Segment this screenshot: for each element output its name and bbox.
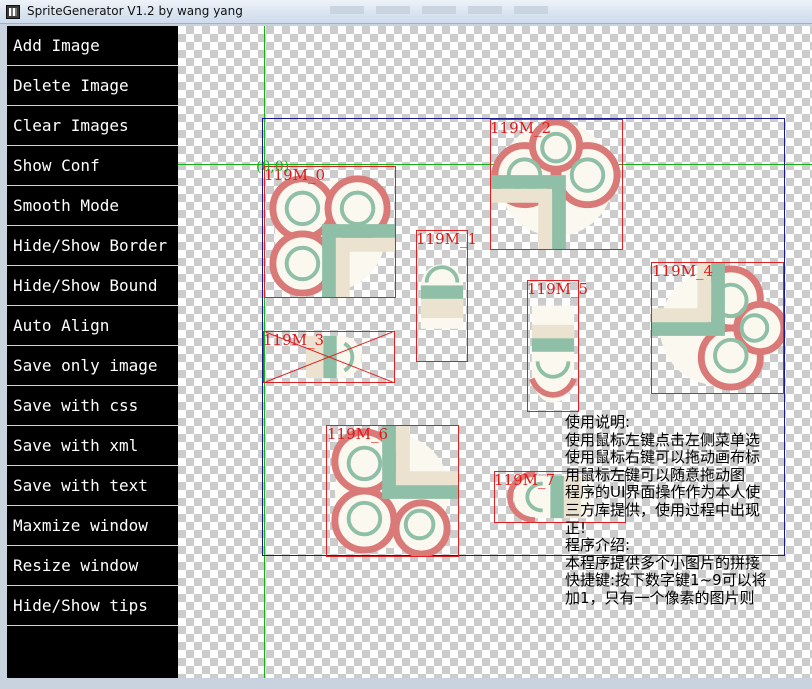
- title-bar: SpriteGenerator V1.2 by wang yang: [0, 0, 812, 24]
- sprite-119M_2[interactable]: [490, 119, 623, 250]
- toggle-bound-button[interactable]: Hide/Show Bound: [7, 266, 178, 306]
- app-icon: [6, 5, 20, 19]
- tips-line: 正!: [565, 518, 587, 537]
- clear-images-button[interactable]: Clear Images: [7, 106, 178, 146]
- show-conf-button[interactable]: Show Conf: [7, 146, 178, 186]
- window-bottom-border: [0, 678, 812, 689]
- save-with-xml-button[interactable]: Save with xml: [7, 426, 178, 466]
- sprite-119M_1[interactable]: [416, 230, 468, 362]
- sprite-119M_3[interactable]: [263, 331, 395, 383]
- toggle-tips-button[interactable]: Hide/Show tips: [7, 586, 178, 626]
- tips-line: 使用鼠标右键可以拖动画布标: [565, 448, 761, 467]
- sprite-canvas[interactable]: 119M_0 (0,0) 119M_1 119M_2 119M_3 119M_5…: [178, 26, 812, 678]
- save-only-image-button[interactable]: Save only image: [7, 346, 178, 386]
- background-window-menu: [330, 6, 548, 16]
- tips-line: 快捷键:按下数字键1~9可以将: [565, 571, 767, 590]
- save-with-css-button[interactable]: Save with css: [7, 386, 178, 426]
- sprite-119M_4[interactable]: [651, 262, 784, 394]
- smooth-mode-button[interactable]: Smooth Mode: [7, 186, 178, 226]
- sprite-119M_0[interactable]: [264, 166, 396, 298]
- tips-line: 使用说明:: [565, 413, 631, 431]
- resize-window-button[interactable]: Resize window: [7, 546, 178, 586]
- save-with-text-button[interactable]: Save with text: [7, 466, 178, 506]
- add-image-button[interactable]: Add Image: [7, 26, 178, 66]
- tips-line: 三方库提供，使用过程中出现: [565, 500, 761, 519]
- auto-align-button[interactable]: Auto Align: [7, 306, 178, 346]
- sprite-119M_6[interactable]: [326, 425, 459, 557]
- tips-line: 本程序提供多个小图片的拼接: [565, 553, 761, 572]
- tips-line: 程序介绍:: [565, 536, 631, 555]
- tips-line: 使用鼠标左键点击左侧菜单选: [565, 430, 761, 449]
- sprite-119M_5[interactable]: [527, 280, 579, 412]
- maximize-window-button[interactable]: Maxmize window: [7, 506, 178, 546]
- sidebar: Add Image Delete Image Clear Images Show…: [7, 26, 178, 678]
- tips-line: 程序的UI界面操作作为本人使: [565, 483, 761, 502]
- window-title: SpriteGenerator V1.2 by wang yang: [27, 4, 243, 18]
- tips-line: 用鼠标左键可以随意拖动图: [565, 465, 746, 484]
- delete-image-button[interactable]: Delete Image: [7, 66, 178, 106]
- tips-line: 加1，只有一个像素的图片则: [565, 588, 755, 607]
- toggle-border-button[interactable]: Hide/Show Border: [7, 226, 178, 266]
- usage-tips: 使用说明: 使用鼠标左键点击左侧菜单选 使用鼠标右键可以拖动画布标 用鼠标左键可…: [565, 413, 812, 608]
